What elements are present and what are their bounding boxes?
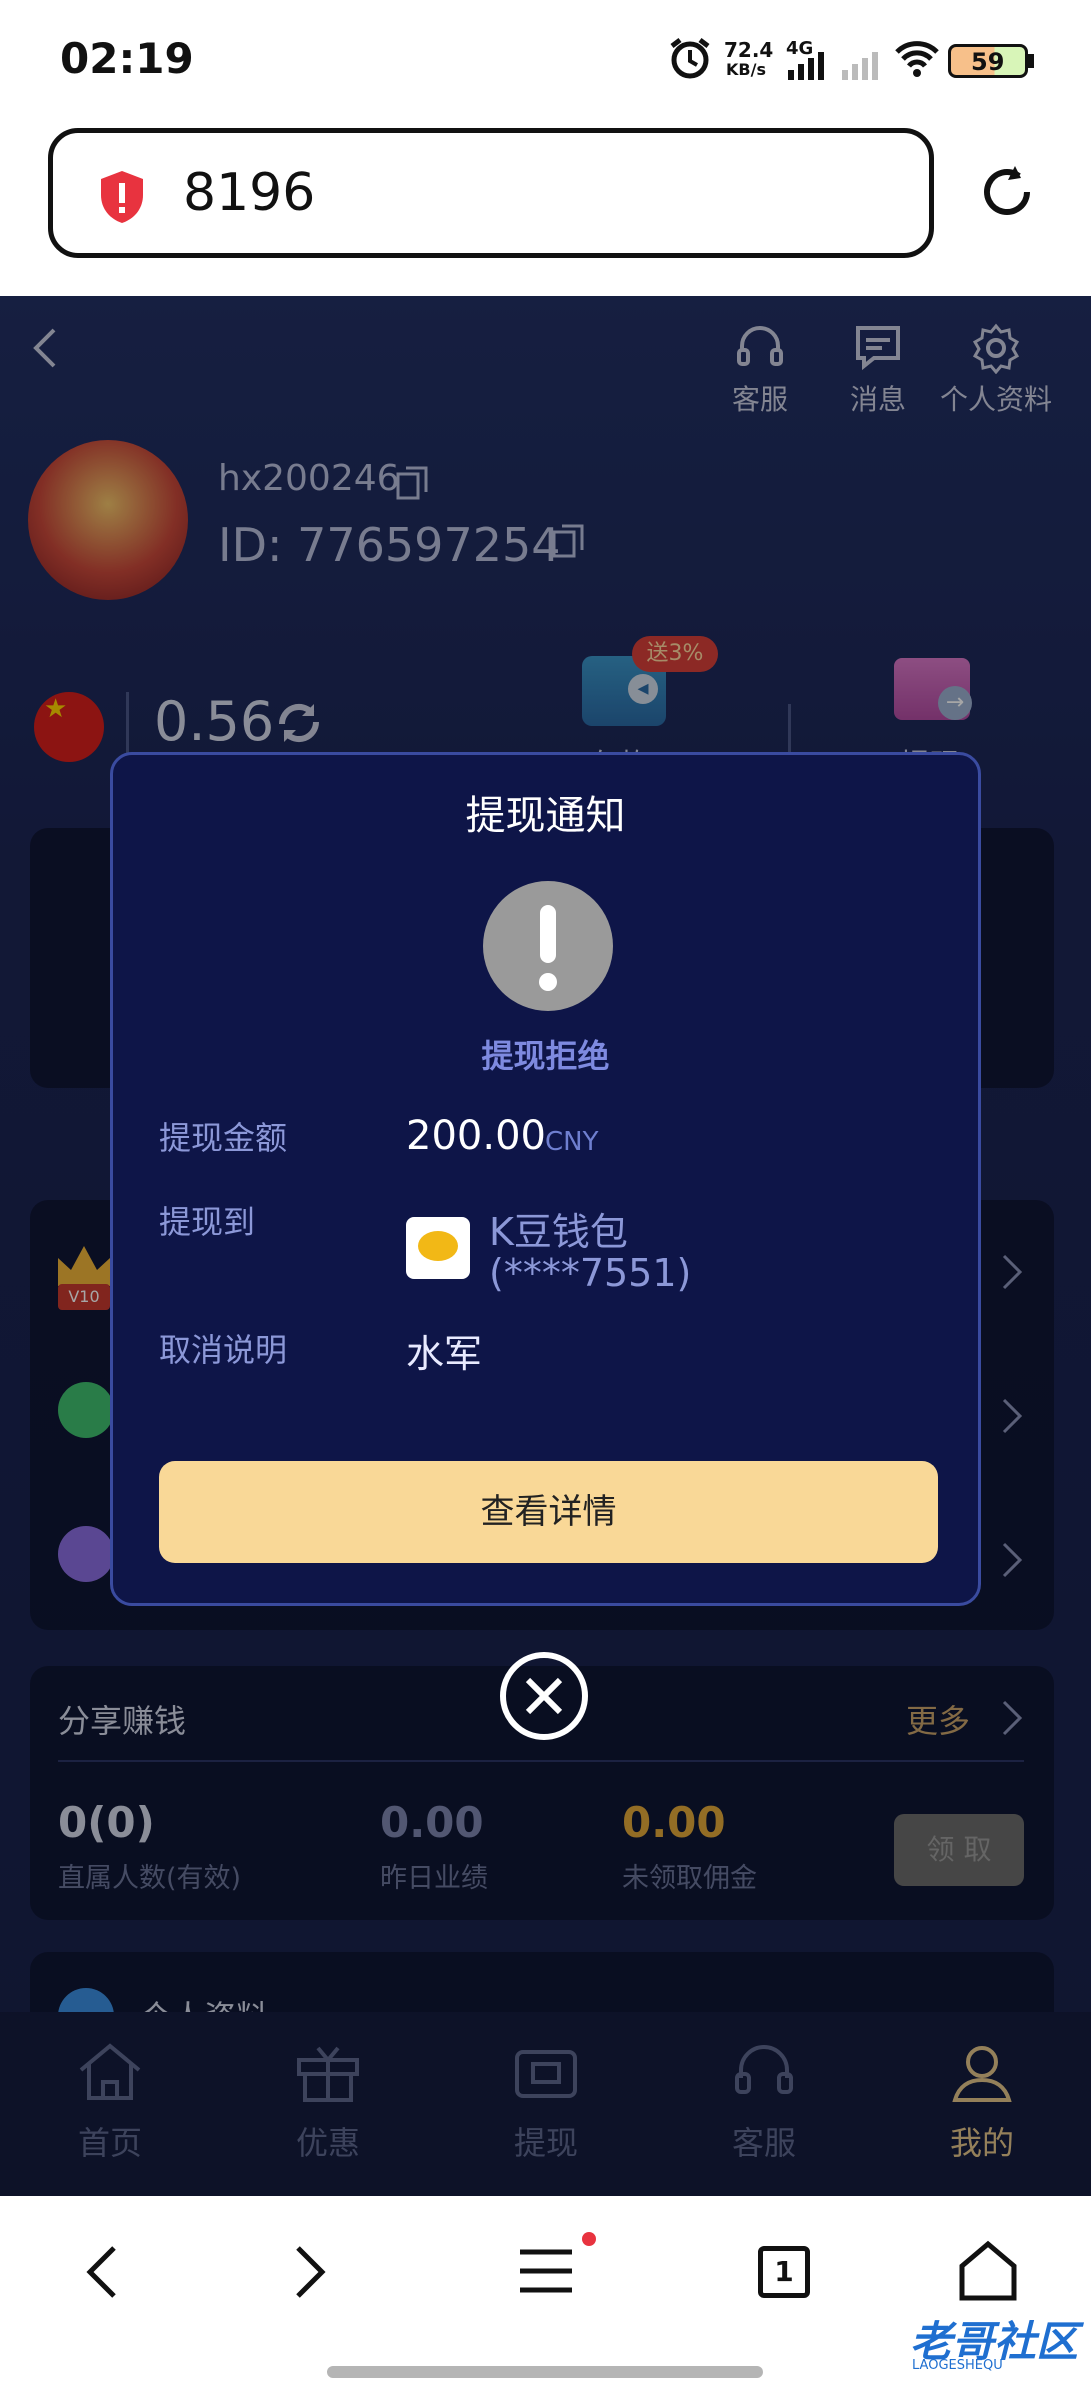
watermark-sub: LAOGESHEQU — [912, 2358, 1003, 2373]
watermark-logo: 老哥社区 LAOGESHEQU — [852, 2308, 1078, 2378]
close-icon — [525, 1677, 563, 1715]
alarm-icon — [670, 38, 710, 79]
battery-level: 59 — [971, 48, 1005, 76]
shield-warning-icon[interactable] — [97, 169, 147, 225]
browser-home-icon[interactable] — [958, 2240, 1018, 2302]
wallet-account: (****7551) — [489, 1251, 692, 1295]
wallet-logo-icon — [406, 1217, 470, 1279]
dialog-status: 提现拒绝 — [481, 1037, 610, 1075]
browser-forward-icon[interactable] — [292, 2244, 328, 2300]
to-label: 提现到 — [159, 1203, 256, 1241]
gesture-bar[interactable] — [327, 2366, 763, 2378]
amount-value: 200.00 — [406, 1113, 546, 1159]
withdraw-notice-dialog: 提现通知 提现拒绝 提现金额 200.00 CNY 提现到 K豆钱包 (****… — [110, 752, 981, 1606]
close-dialog-button[interactable] — [500, 1652, 588, 1740]
status-time: 02:19 — [60, 34, 194, 83]
reason-label: 取消说明 — [159, 1331, 288, 1369]
notification-dot — [582, 2232, 596, 2246]
amount-currency: CNY — [545, 1127, 599, 1157]
status-bar: 02:19 72.4 KB/s 4G 59 — [0, 0, 1091, 120]
reload-icon[interactable] — [975, 160, 1039, 224]
net-speed: 72.4 — [724, 38, 774, 62]
signal-icon — [788, 52, 878, 80]
wallet-name: K豆钱包 — [489, 1210, 628, 1254]
battery-tip — [1028, 54, 1034, 68]
battery-icon: 59 — [948, 44, 1028, 78]
browser-toolbar: 1 老哥社区 LAOGESHEQU — [0, 2196, 1091, 2400]
address-bar[interactable]: 8196 — [48, 128, 934, 258]
wifi-icon — [895, 41, 939, 77]
browser-back-icon[interactable] — [84, 2244, 120, 2300]
tabs-button[interactable]: 1 — [758, 2246, 810, 2298]
exclamation-icon — [483, 881, 613, 1011]
amount-label: 提现金额 — [159, 1119, 288, 1157]
view-details-button[interactable]: 查看详情 — [159, 1461, 938, 1563]
reason-value: 水军 — [406, 1332, 483, 1376]
net-speed-unit: KB/s — [726, 60, 766, 79]
dialog-title: 提现通知 — [465, 793, 626, 839]
menu-icon[interactable] — [518, 2246, 574, 2296]
url-text[interactable]: 8196 — [183, 163, 315, 223]
